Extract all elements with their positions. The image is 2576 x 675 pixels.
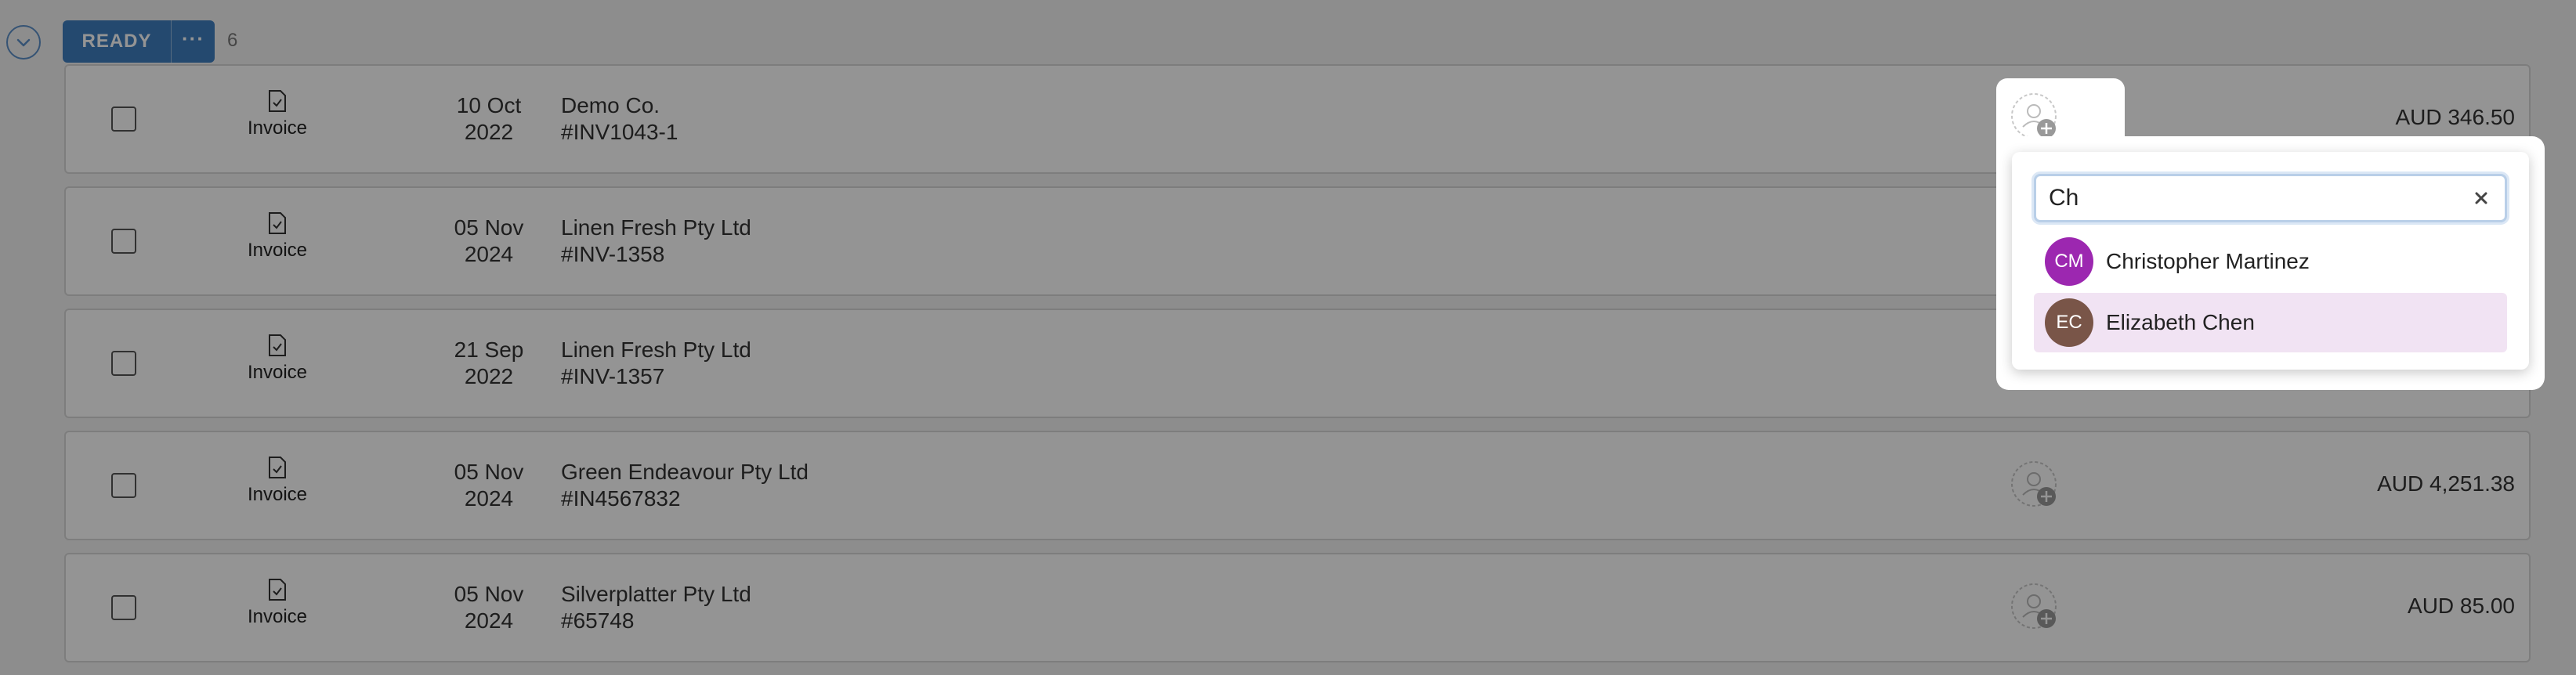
assignee-dropdown: CM Christopher Martinez EC Elizabeth Che… [2012, 152, 2529, 370]
close-icon [2475, 192, 2487, 204]
avatar: EC [2045, 298, 2093, 347]
assignee-search-field[interactable] [2034, 174, 2507, 222]
page: READY ··· 6 Invoice 10 Oct 2022 Demo Co.… [0, 0, 2576, 675]
assignee-option[interactable]: CM Christopher Martinez [2034, 232, 2507, 291]
assignee-search-input[interactable] [2049, 182, 2456, 214]
assignee-name: Christopher Martinez [2106, 249, 2310, 273]
assignee-option[interactable]: EC Elizabeth Chen [2034, 293, 2507, 352]
avatar: CM [2045, 237, 2093, 286]
assignee-popover: CM Christopher Martinez EC Elizabeth Che… [1996, 136, 2545, 390]
assignee-name: Elizabeth Chen [2106, 310, 2255, 334]
clear-search-button[interactable] [2469, 186, 2494, 211]
